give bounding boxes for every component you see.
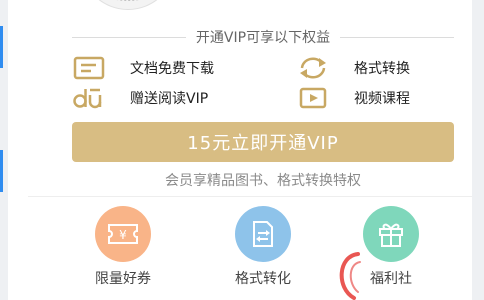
vip-privilege-note: 会员享精品图书、格式转换特权 [165, 173, 361, 189]
du-logo-icon [72, 85, 106, 111]
left-panel-accent [0, 26, 3, 68]
vip-benefits-header: 开通VIP可享以下权益 [72, 26, 454, 48]
quick-action-label: 格式转化 [235, 271, 291, 287]
open-vip-button[interactable]: 15元立即开通VIP [72, 122, 454, 162]
svg-text:¥: ¥ [119, 228, 127, 242]
section-divider [28, 196, 472, 197]
scrollbar-track[interactable] [472, 0, 484, 300]
benefit-reading-vip: 赠送阅读VIP [72, 84, 208, 112]
quick-action-format-convert[interactable]: 格式转化 [208, 206, 318, 288]
left-panel-edge [0, 0, 8, 300]
benefit-label: 文档免费下载 [130, 61, 214, 77]
convert-icon [296, 55, 330, 81]
quick-action-label: 福利社 [370, 271, 412, 287]
benefit-label: 视频课程 [354, 91, 410, 107]
benefit-free-download: 文档免费下载 [72, 54, 214, 82]
benefit-label: 赠送阅读VIP [130, 91, 209, 107]
gift-icon[interactable] [363, 206, 419, 262]
benefit-format-convert: 格式转换 [296, 54, 410, 82]
avatar-pattern [93, 0, 163, 1]
quick-action-label: 限量好券 [95, 271, 151, 287]
coupon-icon[interactable]: ¥ [95, 206, 151, 262]
quick-action-coupon[interactable]: ¥ 限量好券 [68, 206, 178, 288]
benefit-video-course: 视频课程 [296, 84, 410, 112]
document-icon [72, 55, 106, 81]
video-play-icon [296, 85, 330, 111]
header-line-right [340, 36, 454, 38]
open-vip-button-label: 15元立即开通VIP [187, 133, 339, 154]
left-panel-accent [0, 150, 3, 192]
format-convert-icon[interactable] [235, 206, 291, 262]
header-line-left [72, 36, 186, 38]
watermark-logo [330, 248, 370, 300]
vip-benefits-title: 开通VIP可享以下权益 [195, 30, 331, 46]
avatar[interactable] [80, 0, 176, 10]
benefit-label: 格式转换 [354, 61, 410, 77]
